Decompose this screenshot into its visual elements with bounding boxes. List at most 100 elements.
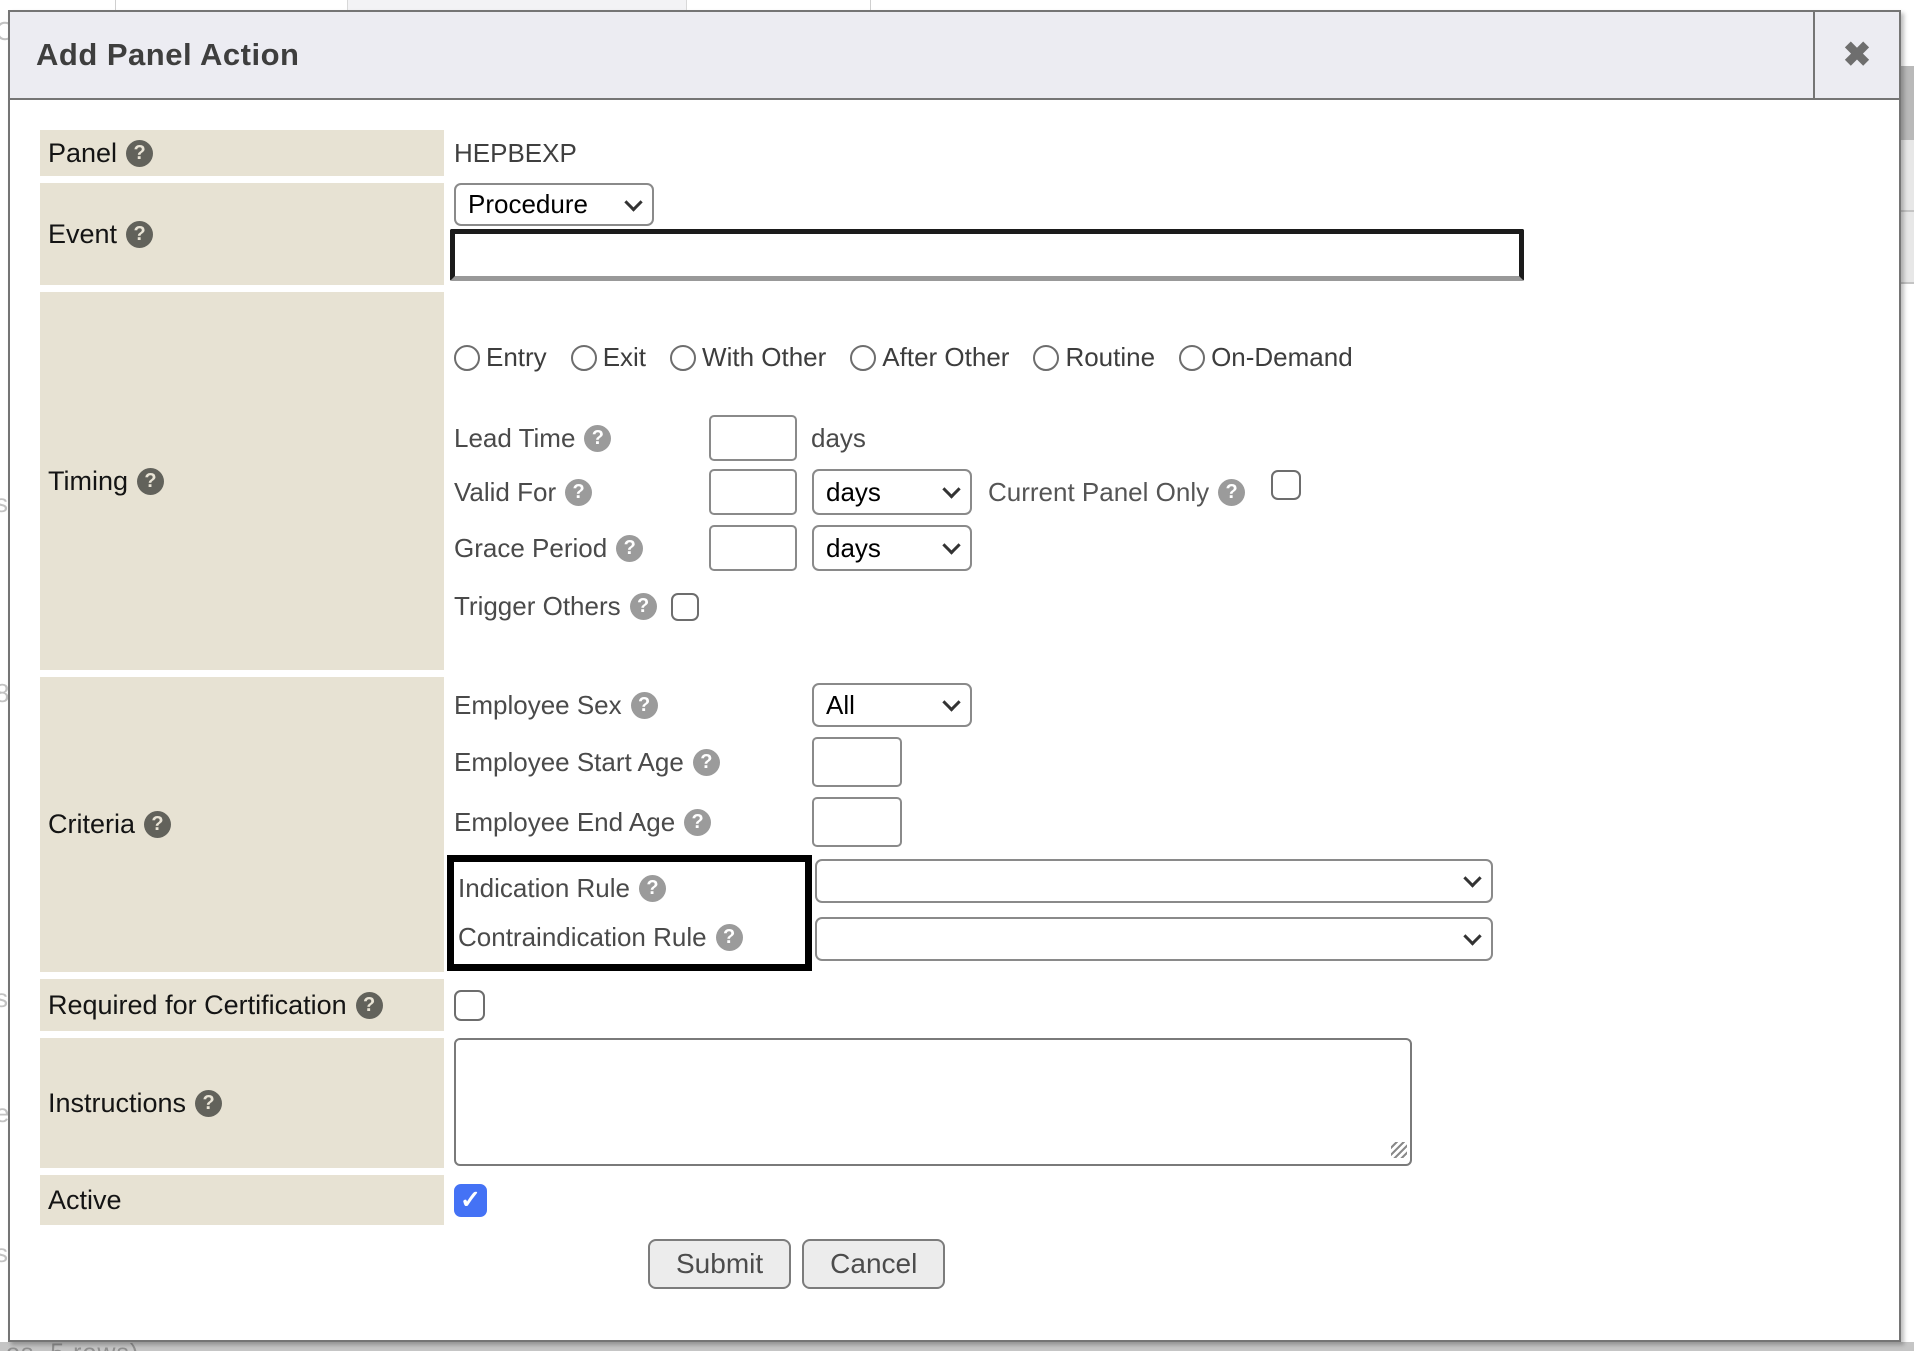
- dialog-title: Add Panel Action: [10, 12, 1813, 98]
- grace-period-label: Grace Period: [454, 533, 607, 564]
- radio-exit-label: Exit: [603, 342, 646, 373]
- criteria-label-cell: Criteria ?: [40, 677, 444, 972]
- contraindication-rule-label-group: Contraindication Rule ?: [458, 913, 805, 962]
- instructions-row: Instructions ?: [40, 1038, 1899, 1168]
- indication-rule-select[interactable]: [815, 859, 1493, 903]
- background-text-fragment: C: [0, 16, 8, 47]
- employee-end-age-label-group: Employee End Age ?: [454, 807, 812, 838]
- grace-period-help-icon[interactable]: ?: [616, 535, 643, 562]
- dialog-body: Panel ? HEPBEXP Event ? Procedure Timing: [10, 100, 1899, 1289]
- rule-labels-highlight-box: Indication Rule ? Contraindication Rule …: [447, 855, 812, 971]
- valid-for-help-icon[interactable]: ?: [565, 479, 592, 506]
- instructions-textarea[interactable]: [454, 1038, 1412, 1166]
- radio-button-icon[interactable]: [571, 345, 597, 371]
- submit-button[interactable]: Submit: [648, 1239, 791, 1289]
- employee-sex-label-group: Employee Sex ?: [454, 690, 812, 721]
- background-row-fragment: [1901, 212, 1914, 282]
- background-page-right-strip: [1901, 0, 1914, 1351]
- grace-period-label-group: Grace Period ?: [454, 533, 709, 564]
- active-checkbox[interactable]: ✓: [454, 1184, 487, 1217]
- resize-grip-icon[interactable]: [1391, 1142, 1407, 1158]
- dialog-header: Add Panel Action ✖: [10, 12, 1899, 100]
- event-label-cell: Event ?: [40, 183, 444, 285]
- chevron-down-icon: [942, 693, 960, 711]
- event-help-icon[interactable]: ?: [126, 221, 153, 248]
- radio-with-other[interactable]: With Other: [670, 342, 826, 373]
- panel-label: Panel: [48, 138, 117, 169]
- valid-for-unit-select[interactable]: days: [812, 469, 972, 515]
- employee-sex-help-icon[interactable]: ?: [631, 692, 658, 719]
- radio-button-icon[interactable]: [850, 345, 876, 371]
- background-divider: [115, 0, 116, 10]
- event-type-select[interactable]: Procedure: [454, 183, 654, 226]
- grace-period-unit-select[interactable]: days: [812, 525, 972, 571]
- radio-routine[interactable]: Routine: [1033, 342, 1155, 373]
- check-icon: ✓: [460, 1185, 481, 1215]
- current-panel-only-checkbox[interactable]: [1271, 470, 1301, 500]
- timing-label-cell: Timing ?: [40, 292, 444, 670]
- chevron-down-icon: [1463, 927, 1481, 945]
- indication-rule-label: Indication Rule: [458, 873, 630, 904]
- background-page-top-strip: [0, 0, 1914, 10]
- employee-sex-label: Employee Sex: [454, 690, 622, 721]
- required-for-certification-checkbox[interactable]: [454, 990, 485, 1021]
- instructions-help-icon[interactable]: ?: [195, 1090, 222, 1117]
- required-for-certification-label: Required for Certification: [48, 990, 347, 1021]
- trigger-others-checkbox[interactable]: [671, 593, 699, 621]
- required-for-certification-help-icon[interactable]: ?: [356, 992, 383, 1019]
- cancel-button[interactable]: Cancel: [802, 1239, 945, 1289]
- employee-start-age-help-icon[interactable]: ?: [693, 749, 720, 776]
- radio-button-icon[interactable]: [1179, 345, 1205, 371]
- dialog-actions: Submit Cancel: [648, 1239, 1899, 1289]
- event-value: Procedure: [454, 183, 1524, 285]
- timing-label: Timing: [48, 466, 128, 497]
- background-text-fragment: s: [0, 983, 8, 1014]
- employee-start-age-label-group: Employee Start Age ?: [454, 747, 812, 778]
- grace-period-input[interactable]: [709, 525, 797, 571]
- lead-time-input[interactable]: [709, 415, 797, 461]
- valid-for-input[interactable]: [709, 469, 797, 515]
- scrollbar-thumb[interactable]: [1901, 66, 1914, 140]
- radio-button-icon[interactable]: [1033, 345, 1059, 371]
- criteria-label: Criteria: [48, 809, 135, 840]
- required-for-certification-label-cell: Required for Certification ?: [40, 979, 444, 1031]
- criteria-value: Employee Sex ? All Employee Start Age ?: [454, 677, 1493, 972]
- indication-rule-help-icon[interactable]: ?: [639, 875, 666, 902]
- background-status-bar: os. 5 rows): [0, 1342, 1914, 1351]
- current-panel-only-help-icon[interactable]: ?: [1218, 479, 1245, 506]
- active-label: Active: [48, 1185, 122, 1216]
- trigger-others-help-icon[interactable]: ?: [630, 593, 657, 620]
- chevron-down-icon: [942, 536, 960, 554]
- contraindication-rule-help-icon[interactable]: ?: [716, 924, 743, 951]
- event-type-selected: Procedure: [468, 189, 588, 220]
- lead-time-help-icon[interactable]: ?: [584, 425, 611, 452]
- contraindication-rule-select[interactable]: [815, 917, 1493, 961]
- employee-sex-select[interactable]: All: [812, 683, 972, 727]
- current-panel-only-label: Current Panel Only: [988, 477, 1209, 508]
- panel-help-icon[interactable]: ?: [126, 140, 153, 167]
- radio-exit[interactable]: Exit: [571, 342, 646, 373]
- radio-after-other[interactable]: After Other: [850, 342, 1009, 373]
- background-divider: [870, 0, 871, 10]
- employee-end-age-input[interactable]: [812, 797, 902, 847]
- radio-on-demand-label: On-Demand: [1211, 342, 1353, 373]
- event-label: Event: [48, 219, 117, 250]
- close-button[interactable]: ✖: [1813, 12, 1899, 98]
- grace-period-unit-selected: days: [826, 533, 881, 564]
- employee-start-age-input[interactable]: [812, 737, 902, 787]
- employee-end-age-help-icon[interactable]: ?: [684, 809, 711, 836]
- active-row: Active ✓: [40, 1175, 1899, 1225]
- radio-on-demand[interactable]: On-Demand: [1179, 342, 1353, 373]
- radio-button-icon[interactable]: [454, 345, 480, 371]
- employee-start-age-row: Employee Start Age ?: [454, 737, 1493, 787]
- radio-after-other-label: After Other: [882, 342, 1009, 373]
- timing-help-icon[interactable]: ?: [137, 468, 164, 495]
- background-page-left-strip: C s 8 s e s: [0, 0, 8, 1351]
- radio-button-icon[interactable]: [670, 345, 696, 371]
- contraindication-rule-label: Contraindication Rule: [458, 922, 707, 953]
- radio-entry[interactable]: Entry: [454, 342, 547, 373]
- event-search-input[interactable]: [450, 229, 1524, 281]
- valid-for-unit-selected: days: [826, 477, 881, 508]
- criteria-help-icon[interactable]: ?: [144, 811, 171, 838]
- lead-time-unit: days: [811, 423, 866, 454]
